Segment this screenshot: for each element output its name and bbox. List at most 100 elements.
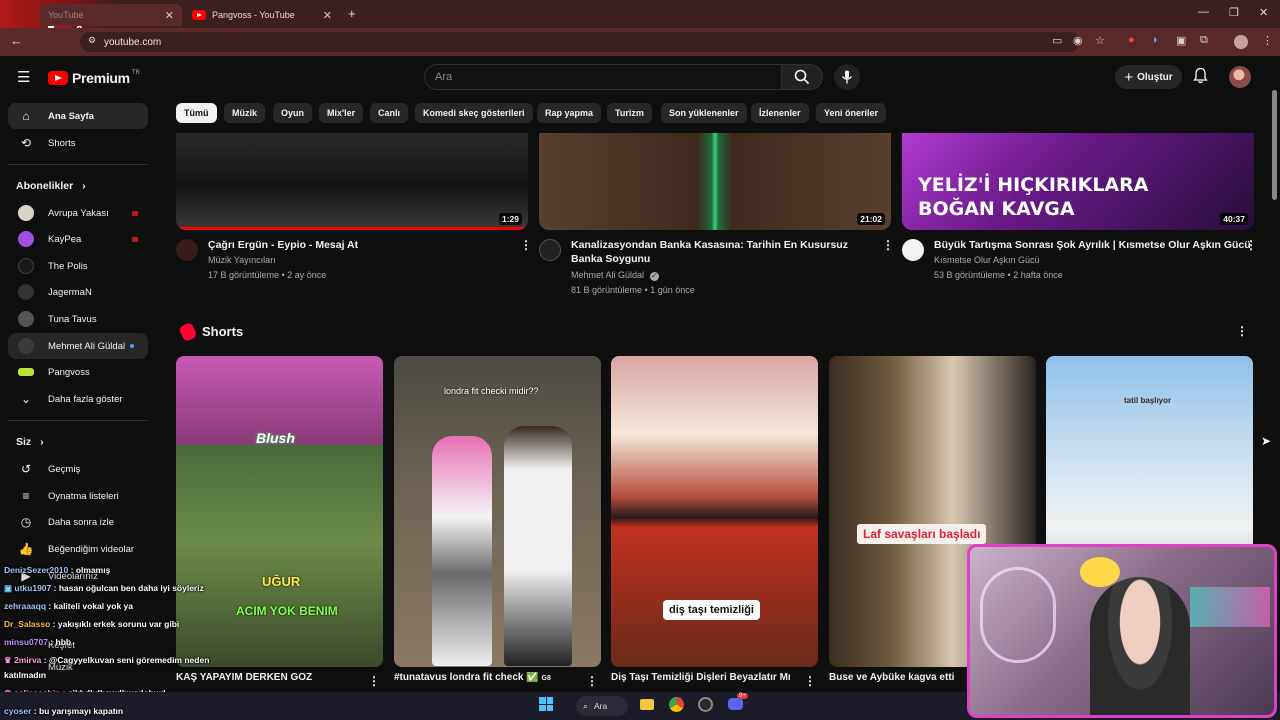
page-scrollbar[interactable] — [1272, 90, 1277, 200]
video-duration: 21:02 — [857, 213, 885, 225]
extension-audio-icon[interactable]: ◗ — [1152, 34, 1159, 46]
new-tab-button[interactable]: + — [348, 6, 356, 21]
video-thumbnail[interactable]: 21:02 — [539, 133, 891, 230]
youtube-logo[interactable]: Premium TR — [48, 70, 140, 86]
video-title[interactable]: Büyük Tartışma Sonrası Şok Ayrılık | Kıs… — [934, 238, 1251, 252]
file-explorer-icon[interactable] — [640, 699, 654, 710]
more-actions-icon[interactable]: ⋮ — [804, 674, 816, 688]
search-icon: ⌕ — [583, 700, 589, 711]
chip-watched[interactable]: İzlenenler — [751, 103, 809, 123]
chip-new-to-you[interactable]: Yeni öneriler — [816, 103, 887, 123]
chat-user: DenizSezer2010 — [4, 565, 69, 575]
new-content-dot-icon — [130, 344, 134, 348]
chip-gaming[interactable]: Oyun — [273, 103, 313, 123]
you-section-title[interactable]: Siz › — [16, 436, 44, 448]
restore-button[interactable]: ❐ — [1229, 6, 1239, 19]
video-channel[interactable]: Kısmetse Olur Aşkın Gücü — [934, 253, 1040, 268]
show-more-button[interactable]: ⌄ Daha fazla göster — [8, 386, 148, 412]
create-button[interactable]: + Oluştur — [1115, 65, 1182, 89]
video-title[interactable]: Çağrı Ergün - Eypio - Mesaj At — [208, 238, 498, 252]
more-actions-icon[interactable]: ⋮ — [368, 674, 380, 688]
sidebar-item-the-polis[interactable]: The Polis — [8, 253, 148, 279]
chat-message: ♛ 2mirva : @Cagyyelkuvan seni göremedim … — [4, 655, 210, 665]
short-card[interactable]: Blush UĞUR ACIM YOK BENIM — [176, 356, 383, 667]
shorts-more-icon[interactable]: ⋮ — [1236, 324, 1248, 338]
video-title[interactable]: Kanalizasyondan Banka Kasasına: Tarihin … — [571, 238, 871, 266]
extension-box-icon[interactable]: ▣ — [1176, 34, 1186, 47]
discord-badge: 9+ — [737, 693, 748, 699]
chrome-icon[interactable] — [669, 697, 684, 712]
sidebar-item-watch-later[interactable]: ◷ Daha sonra izle — [8, 509, 148, 535]
bookmark-star-icon[interactable]: ☆ — [1095, 34, 1105, 47]
close-icon[interactable]: ✕ — [323, 9, 332, 22]
sidebar-item-mehmet-ali-guldal[interactable]: Mehmet Ali Güldal — [8, 333, 148, 359]
more-actions-icon[interactable]: ⋮ — [882, 238, 894, 252]
chip-live[interactable]: Canlı — [370, 103, 409, 123]
app-icon[interactable] — [698, 697, 713, 712]
sidebar-item-liked-videos[interactable]: 👍 Beğendiğim videolar — [8, 536, 148, 562]
channel-avatar[interactable] — [902, 239, 924, 261]
sidebar-item-home[interactable]: ⌂ Ana Sayfa — [8, 103, 148, 129]
search-button[interactable] — [781, 64, 823, 90]
extension-red-icon[interactable]: ● — [1128, 34, 1135, 46]
chip-tourism[interactable]: Turizm — [607, 103, 652, 123]
sidebar-item-tuna-tavus[interactable]: Tuna Tavus — [8, 306, 148, 332]
sidebar-item-pangvoss[interactable]: Pangvoss — [8, 359, 148, 385]
chip-comedy[interactable]: Komedi skeç gösterileri — [415, 103, 533, 123]
chip-music[interactable]: Müzik — [224, 103, 266, 123]
chip-mixes[interactable]: Mix'ler — [319, 103, 364, 123]
cast-icon[interactable]: ▭ — [1052, 34, 1062, 47]
short-card[interactable]: diş taşı temizliği — [611, 356, 818, 667]
minimize-button[interactable]: — — [1198, 6, 1209, 18]
sidebar-item-avrupa-yakasi[interactable]: Avrupa Yakası — [8, 200, 148, 226]
address-bar[interactable]: youtube.com — [80, 32, 1080, 52]
more-actions-icon[interactable]: ⋮ — [520, 238, 532, 252]
video-channel[interactable]: Müzik Yayıncıları — [208, 253, 276, 268]
close-window-button[interactable]: ✕ — [1259, 6, 1268, 19]
search-input[interactable] — [425, 65, 781, 89]
menu-icon[interactable]: ⋮ — [1262, 34, 1273, 47]
short-overlay-text: Laf savaşları başladı — [857, 524, 987, 544]
account-avatar[interactable] — [1229, 66, 1251, 88]
extensions-icon[interactable]: ⧉ — [1200, 34, 1208, 47]
sidebar-item-jagerman[interactable]: JagermaN — [8, 279, 148, 305]
short-title[interactable]: Diş Taşı Temizliği Dişleri Beyazlatır Mı — [611, 672, 796, 683]
chat-badge-icon: ♛ — [4, 655, 12, 665]
short-title[interactable]: #tunatavus londra fit check ✅ G8 — [394, 672, 574, 683]
profile-icon[interactable] — [1234, 35, 1248, 49]
chip-rap[interactable]: Rap yapma — [537, 103, 602, 123]
discord-icon[interactable] — [728, 698, 743, 710]
subscriptions-section-title[interactable]: Abonelikler › — [16, 180, 86, 192]
eye-slash-icon[interactable]: ◉ — [1073, 34, 1083, 47]
site-info-icon[interactable]: ⚙ — [88, 35, 96, 46]
hamburger-menu-icon[interactable]: ☰ — [17, 68, 30, 86]
sidebar-item-kaypea[interactable]: KayPea — [8, 226, 148, 252]
short-title[interactable]: KAŞ YAPAYIM DERKEN GÖZ — [176, 672, 356, 683]
video-thumbnail[interactable]: YELİZ'İ HIÇKIRIKLARA BOĞAN KAVGA 40:37 — [902, 133, 1254, 230]
notifications-bell-icon[interactable] — [1193, 67, 1208, 89]
tab-youtube[interactable]: YouTube ✕ — [40, 4, 182, 26]
sidebar-item-shorts[interactable]: ⟲ Shorts — [8, 130, 148, 156]
chip-recently-uploaded[interactable]: Son yüklenenler — [661, 103, 747, 123]
close-icon[interactable]: ✕ — [165, 9, 174, 22]
thumbs-up-icon: 👍 — [18, 542, 34, 556]
windows-start-icon[interactable] — [539, 697, 553, 711]
taskbar-search[interactable]: ⌕ Ara — [576, 696, 628, 716]
channel-avatar[interactable] — [539, 239, 561, 261]
channel-avatar[interactable] — [176, 239, 198, 261]
chip-all[interactable]: Tümü — [176, 103, 217, 123]
voice-search-button[interactable] — [834, 64, 860, 90]
short-title[interactable]: Buse ve Aybüke kagva etti — [829, 672, 959, 683]
more-actions-icon[interactable]: ⋮ — [1245, 238, 1257, 252]
more-actions-icon[interactable]: ⋮ — [586, 674, 598, 688]
sidebar-item-label: Geçmiş — [48, 463, 81, 475]
back-icon[interactable]: ← — [10, 33, 23, 48]
short-card[interactable]: londra fit checki midir?? — [394, 356, 601, 667]
sidebar-item-history[interactable]: ↺ Geçmiş — [8, 456, 148, 482]
video-thumbnail[interactable]: 1:29 — [176, 133, 528, 230]
channel-avatar — [18, 311, 34, 327]
tab-pangvoss[interactable]: Pangvoss - YouTube ✕ — [184, 4, 340, 26]
channel-avatar — [18, 338, 34, 354]
sidebar-item-playlists[interactable]: ≡ Oynatma listeleri — [8, 483, 148, 509]
video-channel[interactable]: Mehmet Ali Güldal ✓ — [571, 268, 659, 283]
